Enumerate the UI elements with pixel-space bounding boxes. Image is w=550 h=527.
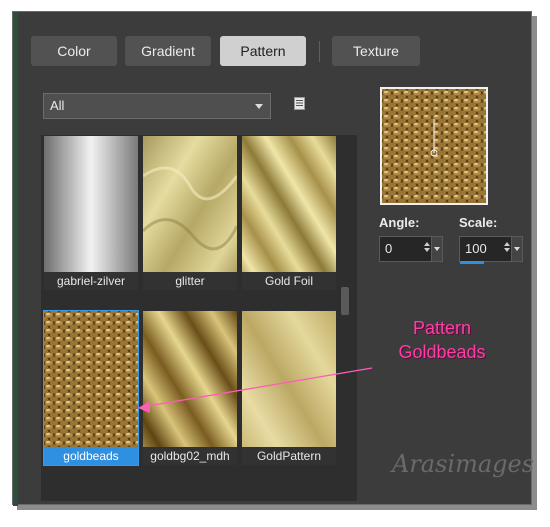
gallery-scrollbar-thumb[interactable] xyxy=(341,287,349,315)
category-dropdown-value: All xyxy=(50,98,65,113)
scale-slider-indicator[interactable] xyxy=(460,261,484,264)
tab-color[interactable]: Color xyxy=(31,36,117,66)
category-dropdown[interactable]: All xyxy=(43,93,271,119)
material-properties-dialog: Color Gradient Pattern Texture All gabri… xyxy=(12,11,532,506)
angle-value: 0 xyxy=(385,241,393,256)
angle-label: Angle: xyxy=(379,215,420,230)
pattern-tile-glitter[interactable]: glitter xyxy=(143,136,237,290)
document-list-icon[interactable] xyxy=(294,97,305,110)
tab-gradient[interactable]: Gradient xyxy=(125,36,211,66)
chevron-down-icon xyxy=(255,104,263,109)
tab-pattern[interactable]: Pattern xyxy=(220,36,306,66)
pattern-swatch xyxy=(242,136,336,290)
angle-spinner[interactable] xyxy=(423,240,431,258)
pattern-swatch xyxy=(44,136,138,290)
annotation-text: Pattern Goldbeads xyxy=(380,316,504,364)
tab-divider xyxy=(319,41,320,62)
pattern-tile-goldbeads[interactable]: goldbeads xyxy=(43,310,139,466)
pattern-gallery: gabriel-zilver glitter Gold Foil goldbea… xyxy=(41,135,357,501)
pattern-label: Gold Foil xyxy=(242,272,336,290)
watermark-signature: Arasimages xyxy=(392,450,535,478)
scale-dropdown-button[interactable] xyxy=(511,237,522,261)
pattern-label: goldbg02_mdh xyxy=(143,447,237,465)
angle-dropdown-button[interactable] xyxy=(431,237,442,261)
scale-value: 100 xyxy=(465,241,487,256)
pattern-swatch xyxy=(143,136,237,290)
pattern-swatch xyxy=(242,311,336,465)
pattern-label: gabriel-zilver xyxy=(44,272,138,290)
annotation-line2: Goldbeads xyxy=(398,342,486,362)
tab-texture[interactable]: Texture xyxy=(332,36,420,66)
pattern-label: goldbeads xyxy=(44,447,138,465)
pattern-label: glitter xyxy=(143,272,237,290)
scale-label: Scale: xyxy=(459,215,498,230)
pattern-label: GoldPattern xyxy=(242,447,336,465)
window-edge xyxy=(13,12,18,506)
scale-input[interactable]: 100 xyxy=(459,236,523,264)
angle-indicator-icon[interactable] xyxy=(426,119,442,159)
pattern-tile-gabriel-zilver[interactable]: gabriel-zilver xyxy=(44,136,138,290)
annotation-line1: Pattern xyxy=(412,318,472,338)
angle-input[interactable]: 0 xyxy=(379,236,443,262)
pattern-tile-goldbg02-mdh[interactable]: goldbg02_mdh xyxy=(143,311,237,465)
pattern-preview xyxy=(380,87,488,205)
pattern-tile-gold-foil[interactable]: Gold Foil xyxy=(242,136,336,290)
pattern-swatch xyxy=(44,311,138,465)
pattern-tile-goldpattern[interactable]: GoldPattern xyxy=(242,311,336,465)
scale-spinner[interactable] xyxy=(503,240,511,258)
pattern-swatch xyxy=(143,311,237,465)
